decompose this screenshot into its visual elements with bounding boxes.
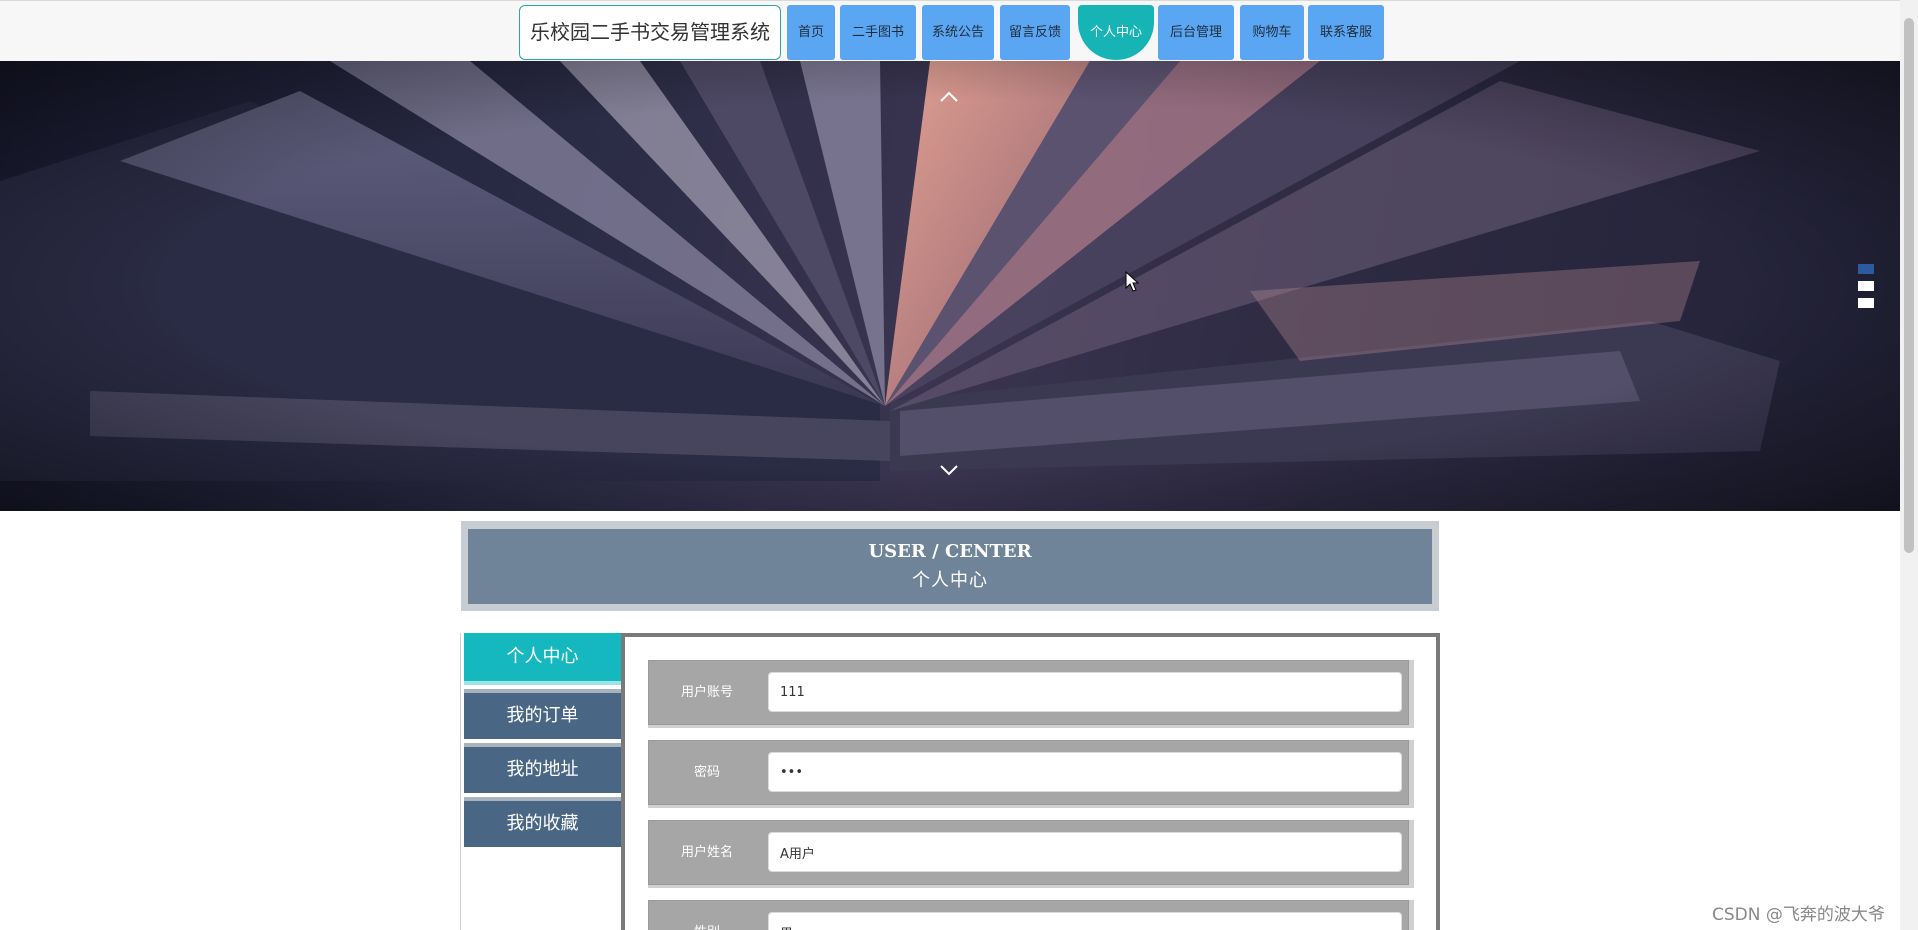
side-item-my-address[interactable]: 我的地址 — [464, 743, 621, 793]
password-input[interactable] — [768, 752, 1402, 792]
nav-home[interactable]: 首页 — [787, 5, 835, 60]
user-center-side-menu: 个人中心 我的订单 我的地址 我的收藏 — [460, 633, 621, 930]
side-item-user-center[interactable]: 个人中心 — [464, 633, 621, 685]
carousel-indicators — [1858, 264, 1874, 315]
name-label: 用户姓名 — [680, 845, 733, 860]
banner-book-image — [0, 61, 1900, 511]
form-row-password: 密码 — [648, 740, 1414, 808]
top-navigation-bar: 乐校园二手书交易管理系统 首页 二手图书 系统公告 留言反馈 个人中心 后台管理… — [0, 0, 1918, 61]
side-item-my-favorites[interactable]: 我的收藏 — [464, 797, 621, 847]
carousel-dot-2[interactable] — [1858, 281, 1874, 291]
side-item-my-orders[interactable]: 我的订单 — [464, 689, 621, 739]
nav-admin[interactable]: 后台管理 — [1158, 5, 1234, 60]
nav-announcements[interactable]: 系统公告 — [922, 5, 994, 60]
profile-form-panel: 用户账号 密码 用户姓名 性别 — [621, 633, 1440, 930]
chevron-up-icon[interactable] — [938, 86, 960, 108]
form-row-name: 用户姓名 — [648, 820, 1414, 888]
nav-used-books[interactable]: 二手图书 — [840, 5, 916, 60]
scrollbar-thumb[interactable] — [1904, 18, 1914, 553]
user-center-header: USER / CENTER 个人中心 — [461, 521, 1439, 611]
gender-input[interactable] — [768, 912, 1402, 930]
nav-user-center[interactable]: 个人中心 — [1078, 5, 1154, 60]
password-label: 密码 — [693, 765, 720, 780]
account-input[interactable] — [768, 672, 1402, 712]
form-row-gender: 性别 — [648, 900, 1414, 930]
name-input[interactable] — [768, 832, 1402, 872]
nav-customer-service[interactable]: 联系客服 — [1308, 5, 1384, 60]
csdn-watermark: CSDN @飞奔的波大爷 — [1712, 905, 1885, 925]
account-label: 用户账号 — [680, 685, 733, 700]
form-row-account: 用户账号 — [648, 660, 1414, 728]
page-scrollbar[interactable] — [1900, 0, 1918, 930]
carousel-dot-1[interactable] — [1858, 264, 1874, 274]
site-title: 乐校园二手书交易管理系统 — [519, 5, 781, 60]
carousel-dot-3[interactable] — [1858, 298, 1874, 308]
user-center-title-cn: 个人中心 — [912, 570, 988, 591]
user-center-title-en: USER / CENTER — [868, 541, 1032, 562]
mouse-cursor-icon — [1125, 271, 1140, 292]
nav-cart[interactable]: 购物车 — [1240, 5, 1304, 60]
chevron-down-icon[interactable] — [938, 459, 960, 481]
nav-feedback[interactable]: 留言反馈 — [1000, 5, 1070, 60]
gender-label: 性别 — [648, 900, 766, 930]
banner-carousel — [0, 61, 1900, 511]
